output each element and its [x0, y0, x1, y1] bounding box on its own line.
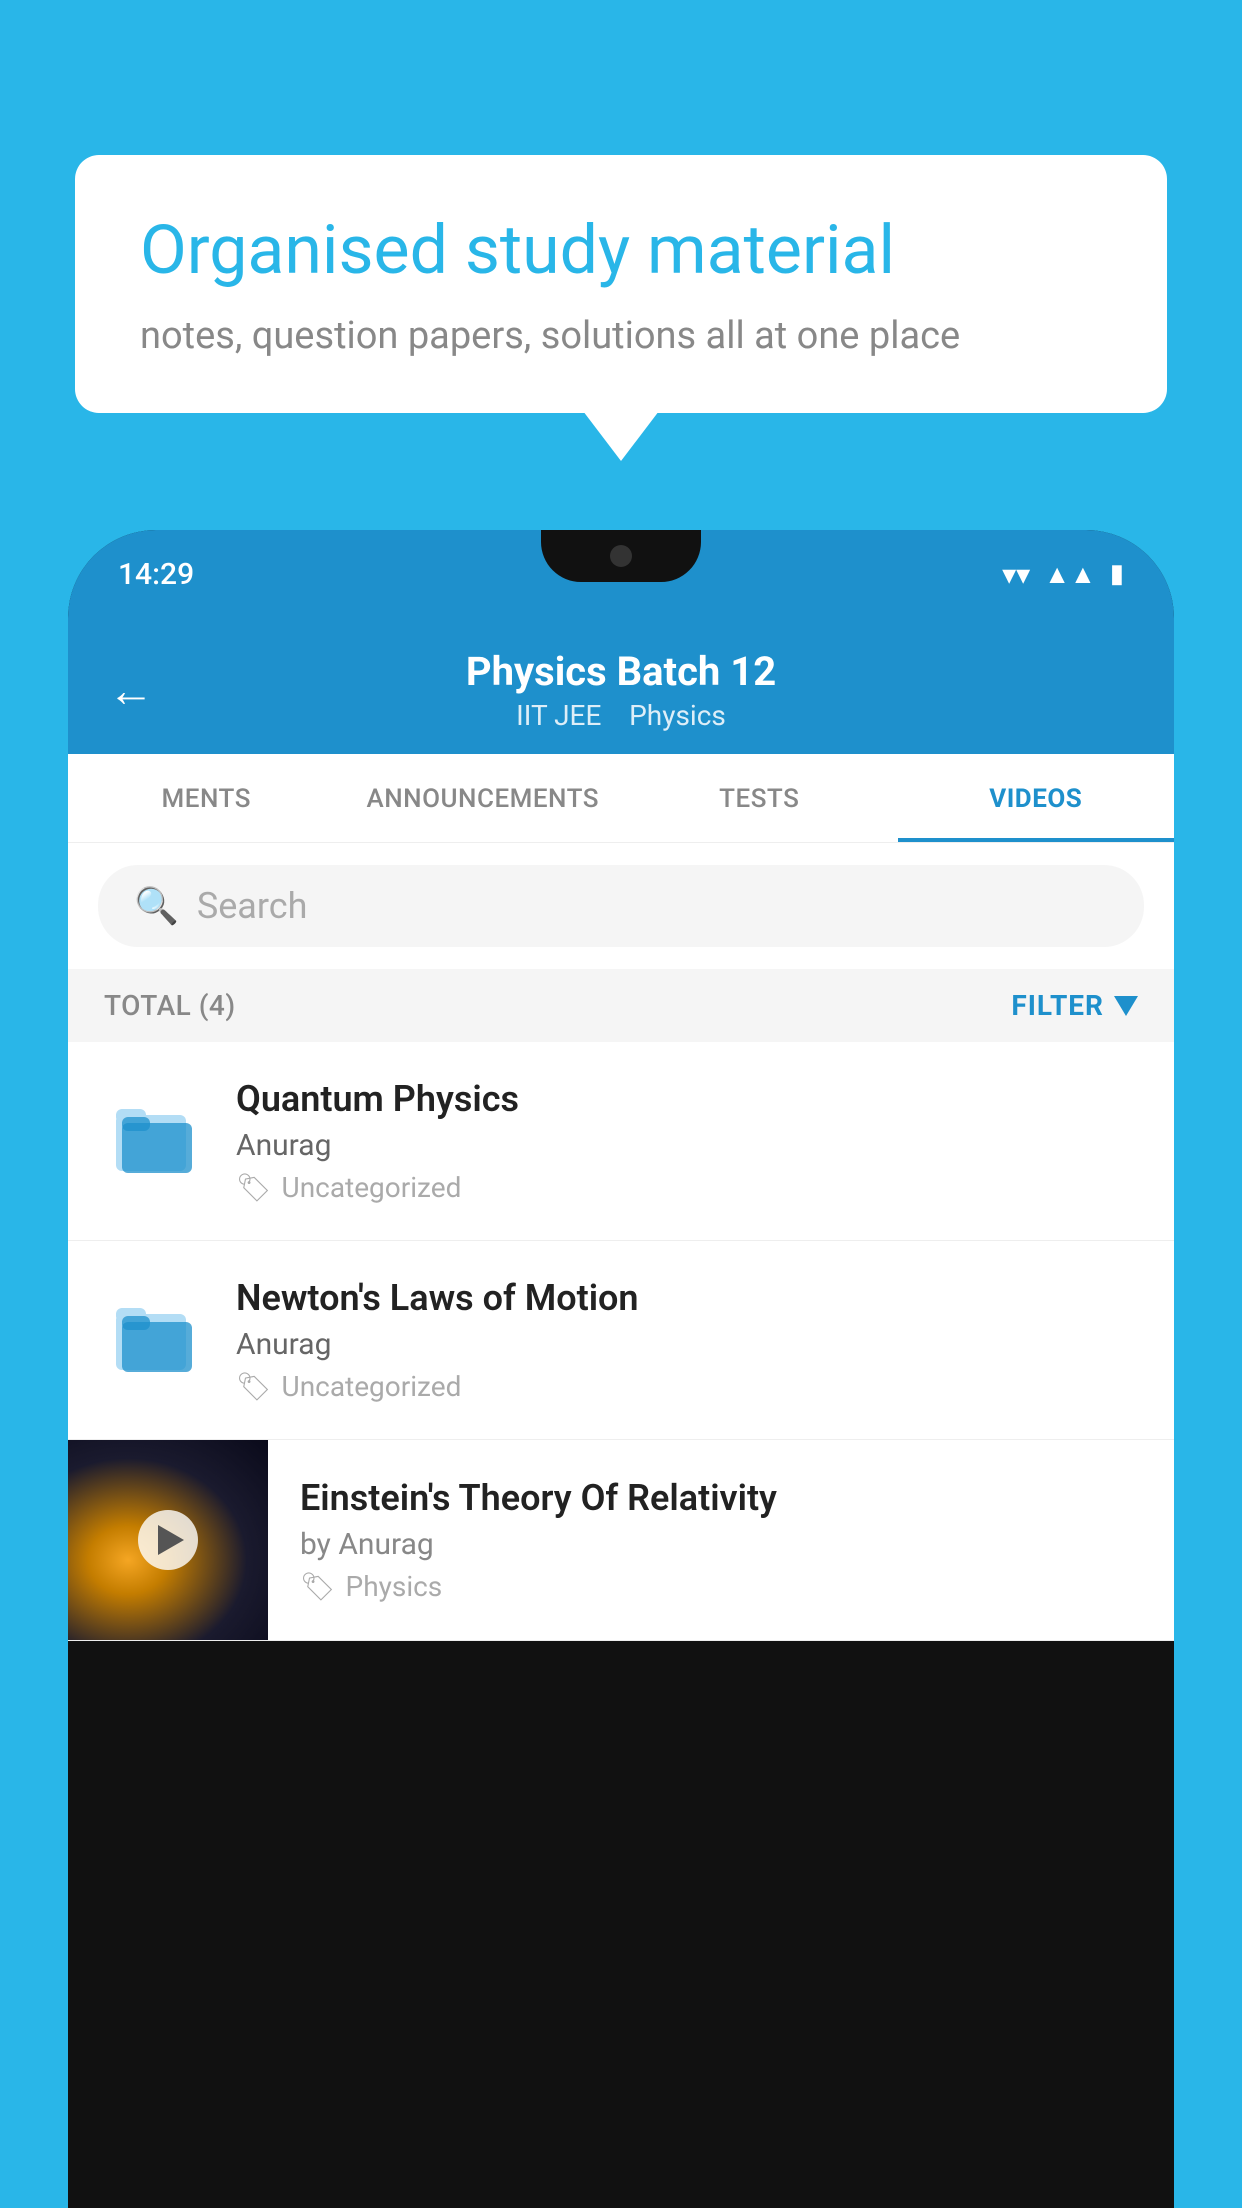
list-item[interactable]: Newton's Laws of Motion Anurag 🏷 Uncateg…	[68, 1241, 1174, 1440]
video-title: Newton's Laws of Motion	[236, 1277, 1138, 1319]
bubble-title: Organised study material	[140, 210, 1102, 292]
tag-label: Uncategorized	[282, 1370, 462, 1403]
search-bar[interactable]: 🔍 Search	[98, 865, 1144, 947]
video-tag: 🏷 Uncategorized	[236, 1171, 1138, 1204]
video-title: Quantum Physics	[236, 1078, 1138, 1120]
folder-icon	[114, 1304, 194, 1376]
status-bar: 14:29 ▾▾ ▲▲ ▮	[68, 530, 1174, 618]
video-icon-wrapper	[104, 1304, 204, 1376]
camera	[610, 545, 632, 567]
battery-icon: ▮	[1110, 559, 1124, 589]
filter-bar: TOTAL (4) FILTER	[68, 969, 1174, 1042]
search-icon: 🔍	[134, 885, 179, 927]
video-tag: 🏷 Uncategorized	[236, 1370, 1138, 1403]
tag-icon: 🏷	[236, 1171, 272, 1204]
video-info: Quantum Physics Anurag 🏷 Uncategorized	[236, 1078, 1138, 1204]
folder-icon	[114, 1105, 194, 1177]
tab-announcements[interactable]: ANNOUNCEMENTS	[345, 754, 622, 842]
video-tag: 🏷 Physics	[300, 1570, 1138, 1603]
filter-label: FILTER	[1011, 989, 1104, 1022]
list-item[interactable]: Einstein's Theory Of Relativity by Anura…	[68, 1440, 1174, 1641]
tag-label: Uncategorized	[282, 1171, 462, 1204]
video-icon-wrapper	[104, 1105, 204, 1177]
play-icon	[158, 1525, 184, 1555]
play-button[interactable]	[138, 1510, 198, 1570]
content-area: Quantum Physics Anurag 🏷 Uncategorized	[68, 1042, 1174, 1641]
header-subtitle-2: Physics	[629, 699, 726, 732]
status-time: 14:29	[118, 557, 194, 592]
video-info: Newton's Laws of Motion Anurag 🏷 Uncateg…	[236, 1277, 1138, 1403]
filter-icon	[1114, 996, 1138, 1016]
video-author: by Anurag	[300, 1527, 1138, 1562]
tag-icon: 🏷	[236, 1370, 272, 1403]
total-count: TOTAL (4)	[104, 989, 236, 1022]
tag-icon: 🏷	[300, 1570, 336, 1603]
phone-shell: 14:29 ▾▾ ▲▲ ▮ ← Physics Batch 12 IIT JEE…	[68, 530, 1174, 2208]
header-subtitle-1: IIT JEE	[516, 699, 601, 732]
signal-icon: ▲▲	[1044, 559, 1095, 590]
tab-videos[interactable]: VIDEOS	[898, 754, 1175, 842]
back-button[interactable]: ←	[108, 663, 154, 718]
wifi-icon: ▾▾	[1002, 558, 1030, 591]
phone-notch	[541, 530, 701, 582]
header-title-block: Physics Batch 12 IIT JEE Physics	[184, 648, 1058, 732]
bubble-subtitle: notes, question papers, solutions all at…	[140, 314, 1102, 358]
video-title: Einstein's Theory Of Relativity	[300, 1477, 1138, 1519]
list-item[interactable]: Quantum Physics Anurag 🏷 Uncategorized	[68, 1042, 1174, 1241]
speech-bubble: Organised study material notes, question…	[75, 155, 1167, 413]
tab-ments[interactable]: MENTS	[68, 754, 345, 842]
tabs-bar: MENTS ANNOUNCEMENTS TESTS VIDEOS	[68, 754, 1174, 843]
video-author: Anurag	[236, 1327, 1138, 1362]
app-header: ← Physics Batch 12 IIT JEE Physics	[68, 618, 1174, 754]
header-subtitle: IIT JEE Physics	[184, 699, 1058, 732]
video-thumbnail	[68, 1440, 268, 1640]
filter-button[interactable]: FILTER	[1011, 989, 1138, 1022]
video-author: Anurag	[236, 1128, 1138, 1163]
search-input[interactable]: Search	[197, 885, 308, 927]
search-bar-wrapper: 🔍 Search	[68, 843, 1174, 969]
status-icons: ▾▾ ▲▲ ▮	[1002, 558, 1124, 591]
tag-label: Physics	[346, 1570, 443, 1603]
video-info: Einstein's Theory Of Relativity by Anura…	[300, 1449, 1138, 1631]
header-title: Physics Batch 12	[184, 648, 1058, 695]
tab-tests[interactable]: TESTS	[621, 754, 898, 842]
